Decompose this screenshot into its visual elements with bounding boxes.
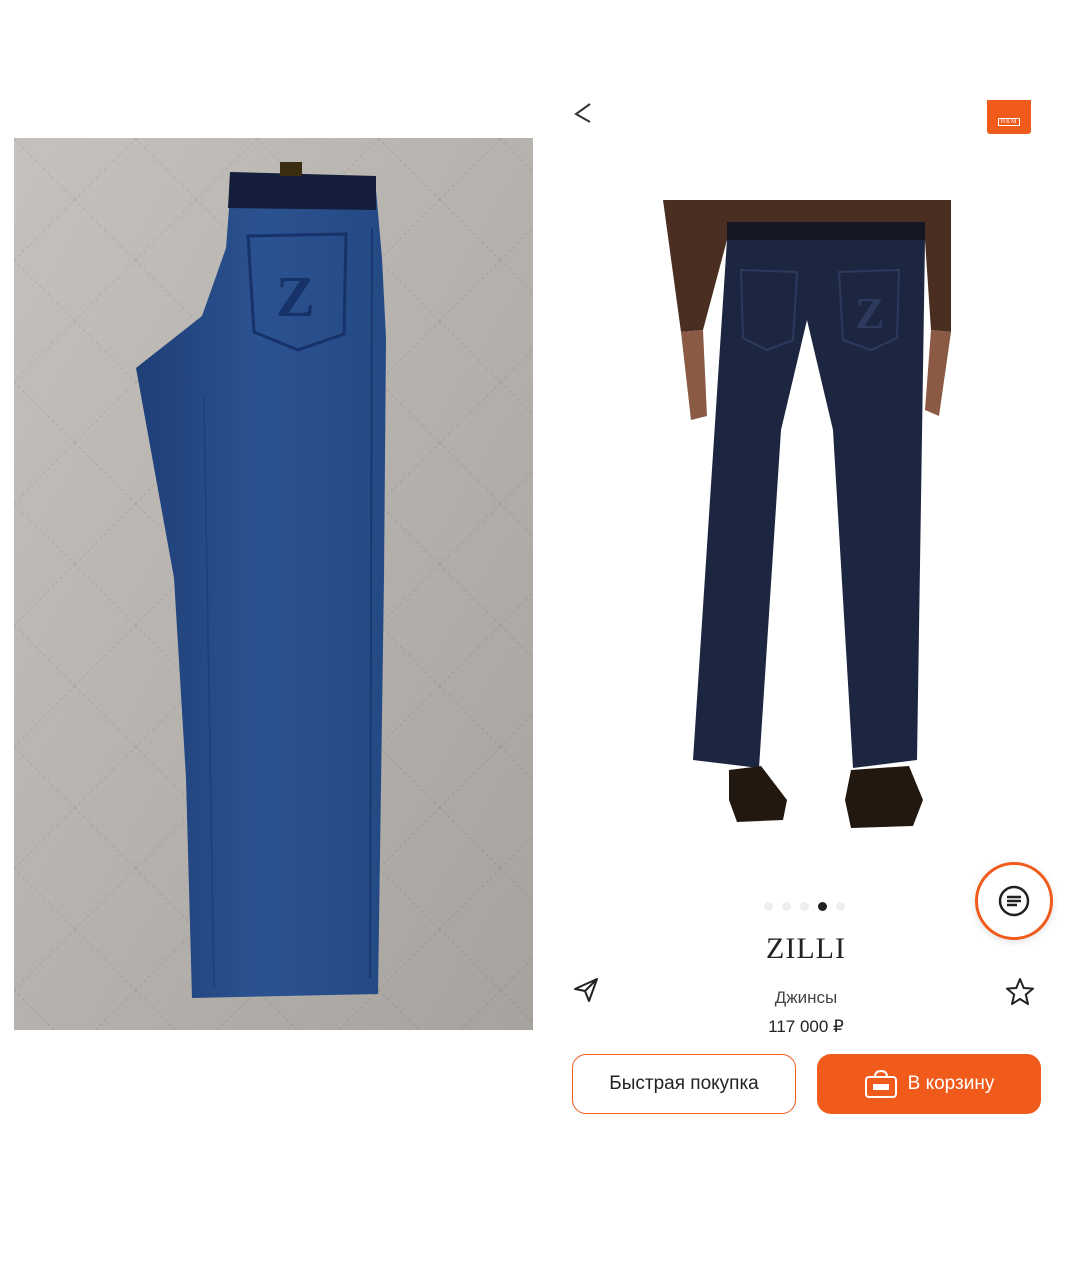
svg-text:Z: Z (276, 264, 315, 329)
gallery-dot[interactable] (782, 902, 791, 911)
product-category: Джинсы (774, 988, 838, 1007)
model-jeans-graphic: Z (663, 200, 951, 940)
gallery-dot[interactable] (818, 902, 827, 911)
jeans-photo: Z (14, 138, 533, 1030)
add-to-cart-button[interactable]: В корзину (817, 1054, 1041, 1114)
product-price: 117 000 ₽ (768, 1017, 844, 1036)
product-brand[interactable]: ZILLI (552, 932, 1060, 966)
brand-logo-badge[interactable]: НКМ (987, 100, 1031, 134)
gallery-pagination (764, 902, 845, 911)
gallery-dot[interactable] (800, 902, 809, 911)
svg-text:Z: Z (855, 289, 884, 338)
product-screen: НКМ Z ZILLI Джинсы 117 000 ₽ Быстрая пок… (552, 100, 1080, 1180)
brand-logo-text: НКМ (997, 118, 1021, 126)
quick-buy-button[interactable]: Быстрая покупка (572, 1054, 796, 1114)
jeans-photo-graphic: Z (14, 138, 533, 1030)
gallery-dot[interactable] (764, 902, 773, 911)
gallery-dot[interactable] (836, 902, 845, 911)
quick-buy-label: Быстрая покупка (609, 1073, 759, 1094)
bag-icon (864, 1069, 897, 1098)
chat-icon (998, 885, 1030, 917)
product-image[interactable]: Z (663, 200, 951, 940)
back-arrow-icon[interactable] (568, 100, 598, 126)
add-to-cart-label: В корзину (907, 1073, 995, 1094)
chat-button[interactable] (975, 862, 1053, 940)
